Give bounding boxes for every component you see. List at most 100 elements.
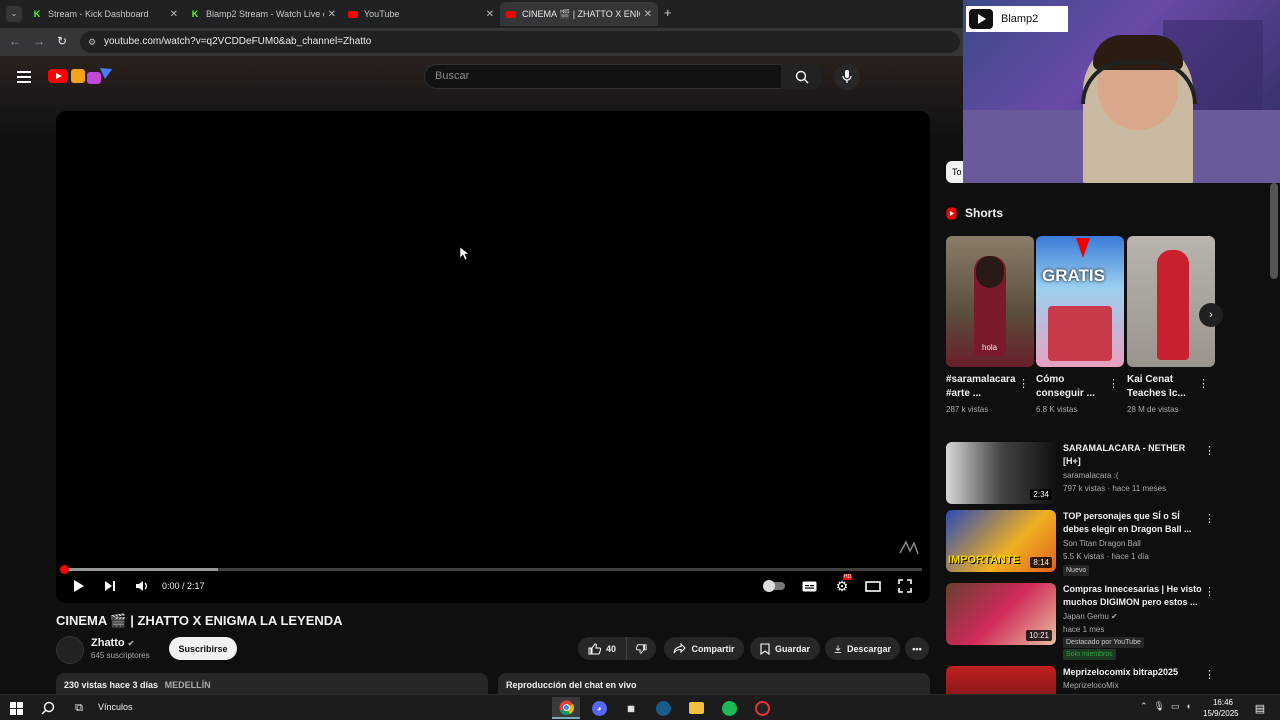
- members-only-badge: Solo miembros: [1063, 649, 1116, 660]
- channel-watermark[interactable]: [898, 539, 920, 559]
- item-menu-icon[interactable]: ⋮: [1204, 512, 1215, 525]
- dislike-button[interactable]: [626, 637, 656, 660]
- short-title[interactable]: Kai Cenat Teaches Ic...: [1127, 373, 1199, 401]
- settings-button[interactable]: ⚙ HD: [833, 574, 853, 594]
- microphone-icon: 🎙: [1153, 701, 1171, 711]
- site-info-icon[interactable]: ⚙: [88, 31, 96, 53]
- fullscreen-button[interactable]: [896, 578, 914, 594]
- chat-replay-label: Reproducción del chat en vivo: [506, 680, 637, 690]
- voice-search-button[interactable]: [834, 64, 860, 90]
- list-item[interactable]: 2:34 SARAMALACARA - NETHER [H+] saramala…: [946, 442, 1216, 504]
- subscribe-button[interactable]: Suscribirse: [169, 637, 237, 660]
- kick-icon: K: [33, 9, 41, 19]
- next-button[interactable]: [103, 578, 117, 594]
- steam-taskbar-button[interactable]: [653, 698, 673, 718]
- windows-icon: [9, 701, 23, 715]
- spotify-taskbar-button[interactable]: [719, 698, 739, 718]
- app-taskbar-button[interactable]: ▦: [621, 698, 641, 718]
- channel-name-link[interactable]: Zhatto ✔: [91, 637, 134, 649]
- list-item[interactable]: IMPORTANTE 8:14 TOP personajes que SÍ o …: [946, 510, 1216, 576]
- item-menu-icon[interactable]: ⋮: [1204, 444, 1215, 457]
- video-duration: 10:21: [1025, 630, 1052, 641]
- short-thumbnail[interactable]: GRATIS: [1036, 236, 1124, 367]
- search-button[interactable]: [781, 64, 823, 89]
- description-box[interactable]: 230 vistas hace 3 días MEDELLÍN: [56, 673, 488, 695]
- volume-button[interactable]: [134, 578, 150, 594]
- hd-badge: HD: [843, 574, 853, 580]
- close-icon[interactable]: ✕: [644, 9, 652, 20]
- play-button[interactable]: [72, 578, 86, 594]
- new-tab-button[interactable]: +: [664, 5, 672, 20]
- buffered-bar: [64, 568, 219, 571]
- scrubber-handle[interactable]: [60, 565, 69, 574]
- discord-taskbar-button[interactable]: ◕: [589, 698, 609, 718]
- autoplay-toggle[interactable]: [763, 578, 785, 594]
- live-chat-replay[interactable]: Reproducción del chat en vivo: [498, 673, 930, 695]
- item-menu-icon[interactable]: ⋮: [1204, 668, 1215, 681]
- list-item[interactable]: 10:21 Compras Innecesarias | He visto mu…: [946, 583, 1216, 660]
- url-input[interactable]: ⚙ youtube.com/watch?v=q2VCDDeFUM0&ab_cha…: [80, 31, 960, 53]
- theater-mode-icon: [865, 580, 881, 592]
- share-button[interactable]: Compartir: [664, 637, 744, 660]
- subtitles-button[interactable]: [801, 578, 817, 594]
- short-menu-icon[interactable]: ⋮: [1018, 377, 1029, 390]
- close-icon[interactable]: ✕: [486, 9, 494, 20]
- tab-youtube[interactable]: YouTube ✕: [342, 2, 500, 26]
- short-title[interactable]: #saramalacara #arte ...: [946, 373, 1018, 401]
- location-tag[interactable]: MEDELLÍN: [165, 680, 211, 690]
- system-clock[interactable]: 16:46 15/9/2025: [1203, 697, 1239, 719]
- channel-avatar[interactable]: [56, 636, 84, 664]
- forward-icon[interactable]: →: [33, 34, 45, 48]
- sidebar-scrollbar[interactable]: [1270, 183, 1278, 279]
- search-input[interactable]: Buscar: [424, 64, 782, 89]
- explorer-taskbar-button[interactable]: [686, 698, 706, 718]
- short-views: 6.8 K vistas: [1036, 405, 1078, 414]
- reload-icon[interactable]: ↻: [57, 34, 67, 48]
- kick-icon: K: [191, 9, 199, 19]
- youtube-icon: [969, 9, 993, 29]
- short-artwork: [1048, 306, 1112, 361]
- tab-cinema-video[interactable]: CINEMA 🎬 | ZHATTO X ENIGMA ✕: [500, 2, 658, 26]
- task-view-icon: ⧉: [75, 701, 83, 714]
- start-button[interactable]: [6, 698, 26, 718]
- search-button[interactable]: [38, 698, 58, 718]
- item-menu-icon[interactable]: ⋮: [1204, 585, 1215, 598]
- save-button[interactable]: Guardar: [750, 637, 820, 660]
- obs-taskbar-button[interactable]: [752, 698, 772, 718]
- shorts-next-button[interactable]: ›: [1199, 303, 1223, 327]
- short-menu-icon[interactable]: ⋮: [1108, 377, 1119, 390]
- like-button[interactable]: 40: [578, 637, 626, 660]
- list-item[interactable]: Meprizelocomix bitrap2025 MeprizelocoMix…: [946, 666, 1216, 694]
- more-actions-button[interactable]: •••: [905, 637, 929, 660]
- youtube-logo[interactable]: [48, 66, 116, 86]
- fullscreen-icon: [898, 579, 912, 593]
- obs-icon: [754, 700, 770, 716]
- windows-taskbar: ⧉ Vínculos ◕ ▦ ⌃🎙▭◖ 16:46 15/9/2025 ▤: [0, 694, 1280, 720]
- video-thumbnail: [946, 666, 1056, 694]
- volume-icon: [136, 581, 147, 591]
- play-icon: [74, 580, 84, 592]
- video-player[interactable]: 0:00 / 2:17 ⚙ HD: [56, 111, 930, 603]
- back-icon[interactable]: ←: [9, 34, 21, 48]
- theater-mode-button[interactable]: [864, 578, 882, 594]
- tab-title: Stream - Kick Dashboard: [48, 9, 149, 19]
- short-thumbnail[interactable]: [1127, 236, 1215, 367]
- notifications-button[interactable]: ▤: [1250, 698, 1270, 718]
- video-title: CINEMA 🎬 | ZHATTO X ENIGMA LA LEYENDA: [56, 613, 343, 628]
- download-button[interactable]: Descargar: [825, 637, 900, 660]
- system-tray[interactable]: ⌃🎙▭◖: [1140, 701, 1197, 712]
- task-view-button[interactable]: ⧉: [69, 698, 89, 718]
- progress-bar[interactable]: [60, 565, 922, 574]
- short-title[interactable]: Cómo conseguir ...: [1036, 373, 1108, 401]
- tab-search-button[interactable]: ⌄: [6, 6, 22, 22]
- menu-icon[interactable]: [17, 71, 31, 86]
- close-icon[interactable]: ✕: [170, 9, 178, 20]
- save-label: Guardar: [774, 643, 810, 654]
- tab-kick-stream[interactable]: K Blamp2 Stream - Watch Live on Kick ✕: [184, 2, 342, 26]
- short-thumbnail[interactable]: hola: [946, 236, 1034, 367]
- close-icon[interactable]: ✕: [328, 9, 336, 20]
- chrome-taskbar-button[interactable]: [552, 697, 580, 719]
- short-menu-icon[interactable]: ⋮: [1198, 377, 1209, 390]
- links-toolbar[interactable]: Vínculos: [98, 702, 133, 712]
- tab-kick-dashboard[interactable]: K Stream - Kick Dashboard ✕: [26, 2, 184, 26]
